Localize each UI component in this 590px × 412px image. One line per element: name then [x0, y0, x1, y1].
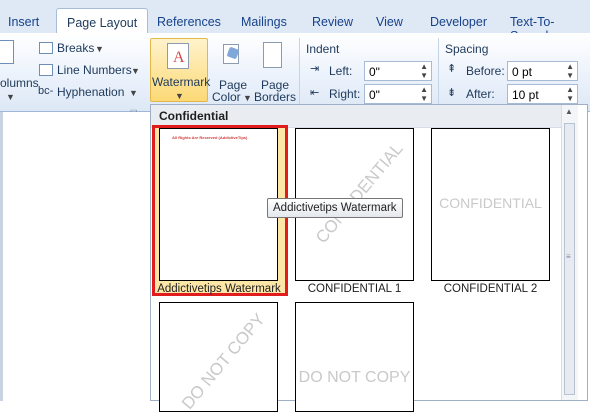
page-color-label-line2[interactable]: Color	[212, 90, 241, 104]
indent-left-spinner[interactable]: 0" ▲ ▼	[364, 61, 432, 81]
indent-right-icon: ⇤	[310, 87, 320, 99]
indent-right-value: 0"	[369, 88, 380, 102]
indent-right-label: Right:	[329, 87, 361, 101]
watermark-icon: A	[167, 43, 189, 69]
breaks-dropdown-arrow[interactable]: ▼	[95, 44, 104, 54]
tab-mailings[interactable]: Mailings	[241, 15, 287, 29]
watermark-thumbnail-do-not-copy-1[interactable]: DO NOT COPY	[159, 302, 278, 412]
spacing-after-label: After:	[466, 87, 495, 101]
gallery-scrollbar[interactable]: ▲ ≡	[561, 105, 578, 400]
indent-left-label: Left:	[329, 64, 353, 78]
columns-button-label[interactable]: olumns	[0, 76, 39, 90]
spacing-after-spinner[interactable]: 10 pt ▲ ▼	[507, 84, 578, 104]
indent-left-icon: ⇥	[310, 63, 320, 75]
gallery-section-title: Confidential	[159, 109, 229, 123]
hyphenation-dropdown-arrow[interactable]: ▼	[129, 88, 138, 98]
spacing-after-icon: ⇟	[447, 87, 457, 99]
watermark-preview-text: All Rights Are Reserved (AddictiveTips)	[172, 135, 248, 140]
page-color-icon[interactable]	[220, 42, 242, 66]
tab-insert[interactable]: Insert	[8, 15, 39, 29]
spacing-title: Spacing	[445, 42, 489, 56]
watermark-thumbnail-do-not-copy-2[interactable]: DO NOT COPY	[295, 302, 414, 412]
spacing-before-spin-arrows-icon[interactable]: ▲ ▼	[566, 62, 574, 80]
ribbon-tab-strip: Insert Page Layout References Mailings R…	[0, 0, 590, 43]
indent-right-spin-arrows-icon[interactable]: ▲ ▼	[420, 85, 428, 103]
tooltip: Addictivetips Watermark	[267, 198, 403, 218]
watermark-thumbnail-confidential-2[interactable]: CONFIDENTIAL	[431, 128, 550, 281]
indent-title: Indent	[306, 42, 340, 56]
hyphenation-button[interactable]: Hyphenation	[57, 85, 124, 99]
watermark-button[interactable]: A Watermark ▼	[150, 38, 211, 102]
tab-developer[interactable]: Developer	[430, 15, 487, 29]
columns-icon[interactable]	[0, 40, 14, 64]
spacing-before-value: 0 pt	[512, 65, 533, 79]
page-borders-label-line2[interactable]: Borders	[254, 90, 296, 104]
watermark-preview-text: DO NOT COPY	[177, 309, 269, 412]
columns-dropdown-arrow[interactable]: ▼	[6, 92, 15, 102]
page-borders-icon[interactable]	[263, 42, 282, 68]
ribbon-group-separator	[438, 38, 439, 108]
tab-view[interactable]: View	[376, 15, 403, 29]
watermark-preview-text: CONFIDENTIAL	[439, 195, 542, 211]
breaks-icon	[39, 42, 53, 54]
breaks-button[interactable]: Breaks	[57, 41, 94, 55]
document-area[interactable]	[0, 112, 149, 401]
page-color-dropdown-arrow[interactable]: ▼	[243, 93, 252, 103]
watermark-dropdown-arrow: ▼	[175, 91, 184, 101]
line-numbers-dropdown-arrow[interactable]: ▼	[131, 66, 140, 76]
spacing-after-value: 10 pt	[512, 88, 539, 102]
watermark-preview-text: DO NOT COPY	[298, 369, 411, 386]
indent-right-spinner[interactable]: 0" ▲ ▼	[364, 84, 432, 104]
spacing-before-label: Before:	[466, 64, 505, 78]
document-margin	[0, 112, 3, 401]
indent-left-value: 0"	[369, 65, 380, 79]
tab-page-layout[interactable]: Page Layout	[56, 8, 149, 33]
tab-references[interactable]: References	[157, 15, 221, 29]
hyphenation-icon: bc-	[38, 85, 54, 97]
tab-review[interactable]: Review	[312, 15, 353, 29]
spacing-before-spinner[interactable]: 0 pt ▲ ▼	[507, 61, 578, 81]
indent-left-spin-arrows-icon[interactable]: ▲ ▼	[420, 62, 428, 80]
watermark-thumbnail-addictivetips[interactable]: All Rights Are Reserved (AddictiveTips)	[159, 128, 278, 281]
line-numbers-icon	[39, 64, 53, 76]
spacing-before-icon: ⇞	[447, 63, 457, 75]
ribbon-group-separator	[299, 38, 300, 108]
watermark-caption[interactable]: Addictivetips Watermark	[155, 283, 283, 295]
watermark-label: Watermark	[152, 75, 211, 89]
spacing-after-spin-arrows-icon[interactable]: ▲ ▼	[566, 85, 574, 103]
watermark-caption[interactable]: CONFIDENTIAL 1	[295, 283, 414, 295]
scrollbar-thumb[interactable]: ≡	[564, 123, 575, 395]
scroll-up-icon[interactable]: ▲	[565, 107, 573, 116]
line-numbers-button[interactable]: Line Numbers	[57, 63, 132, 77]
watermark-caption[interactable]: CONFIDENTIAL 2	[431, 283, 550, 295]
scroll-grip-icon: ≡	[566, 252, 571, 261]
